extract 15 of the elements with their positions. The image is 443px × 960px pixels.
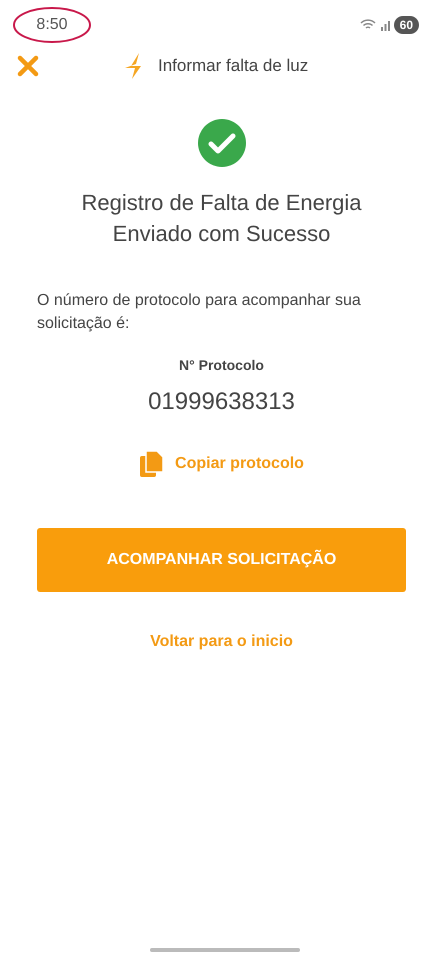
copy-icon <box>139 450 166 478</box>
protocol-label: N° Protocolo <box>179 356 264 375</box>
signal-icon <box>380 19 390 31</box>
protocol-number: 01999638313 <box>148 387 295 417</box>
success-check-icon <box>198 119 246 167</box>
battery-indicator: 60 <box>394 16 419 34</box>
header-title: Informar falta de luz <box>158 55 308 78</box>
status-time: 8:50 <box>36 15 68 35</box>
success-title: Registro de Falta de Energia Enviado com Sucesso <box>80 189 363 248</box>
track-request-button[interactable]: ACOMPANHAR SOLICITAÇÃO <box>37 528 406 592</box>
protocol-message: O número de protocolo para acompanhar sua solicitação é: <box>36 291 362 334</box>
close-icon <box>16 54 40 78</box>
back-home-link[interactable]: Voltar para o inicio <box>150 630 293 654</box>
copy-protocol-button[interactable]: Copiar protocolo <box>139 450 304 478</box>
wifi-icon <box>360 19 376 31</box>
